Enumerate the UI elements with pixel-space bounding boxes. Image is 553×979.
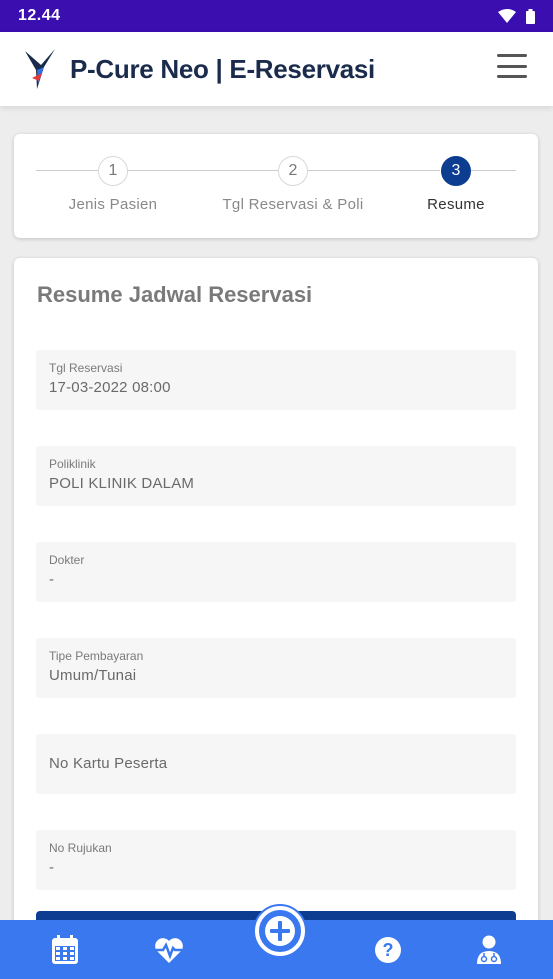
help-icon: ? [375,937,401,963]
field-label: Poliklinik [49,457,96,471]
step-label: Tgl Reservasi & Poli [222,196,364,213]
step-number: 1 [98,156,128,186]
step-resume[interactable]: 3 Resume [416,156,496,213]
step-label: Jenis Pasien [68,196,158,213]
field-poliklinik[interactable]: Poliklinik POLI KLINIK DALAM [36,446,516,506]
wifi-icon [498,9,516,23]
doctor-icon [477,935,501,964]
field-label: Dokter [49,553,85,567]
battery-icon [526,8,535,24]
heartbeat-icon [155,938,183,963]
resume-card: Resume Jadwal Reservasi Tgl Reservasi 17… [14,258,538,958]
nav-calendar[interactable] [49,934,81,966]
field-placeholder: No Kartu Peserta [49,755,168,772]
nav-doctor[interactable] [473,934,505,966]
field-label: No Rujukan [49,841,112,855]
field-label: Tipe Pembayaran [49,649,144,663]
stepper: 1 Jenis Pasien 2 Tgl Reservasi & Poli 3 … [14,134,538,238]
field-value: - [49,571,55,588]
status-bar: 12.44 [0,0,553,32]
step-number: 2 [278,156,308,186]
step-tgl-reservasi-poli[interactable]: 2 Tgl Reservasi & Poli [208,156,378,213]
resume-title: Resume Jadwal Reservasi [37,282,313,307]
status-time: 12.44 [18,7,61,24]
hamburger-menu-icon[interactable] [497,54,527,78]
field-tipe-pembayaran[interactable]: Tipe Pembayaran Umum/Tunai [36,638,516,698]
field-no-rujukan[interactable]: No Rujukan - [36,830,516,890]
step-number: 3 [441,156,471,186]
field-value: Umum/Tunai [49,667,137,684]
pcure-logo [25,49,55,89]
calendar-icon [52,935,78,964]
step-jenis-pasien[interactable]: 1 Jenis Pasien [68,156,158,213]
field-no-kartu-peserta[interactable]: No Kartu Peserta [36,734,516,794]
field-value: POLI KLINIK DALAM [49,475,195,492]
field-value: - [49,859,55,876]
field-label: Tgl Reservasi [49,361,123,375]
field-value: 17-03-2022 08:00 [49,379,171,396]
nav-health[interactable] [153,934,185,966]
add-icon [265,916,295,946]
field-dokter[interactable]: Dokter - [36,542,516,602]
status-icons [498,8,535,24]
svg-text:?: ? [383,940,394,960]
app-header: P-Cure Neo | E-Reservasi [0,32,553,106]
nav-help[interactable]: ? [372,934,404,966]
step-label: Resume [427,196,485,213]
add-reservation-button[interactable] [255,906,305,956]
app-title: P-Cure Neo | E-Reservasi [70,53,375,84]
field-tgl-reservasi[interactable]: Tgl Reservasi 17-03-2022 08:00 [36,350,516,410]
